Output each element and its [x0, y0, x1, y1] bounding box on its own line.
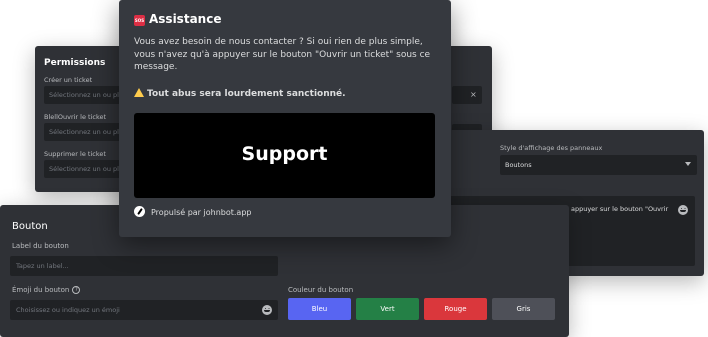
color-green-button[interactable]: Vert	[356, 298, 419, 320]
johnbot-logo-icon	[134, 206, 145, 217]
button-emoji-placeholder: Choisissez ou indiquez un émoji	[16, 306, 120, 314]
embed-title: SOS Assistance	[134, 12, 221, 26]
emoji-icon[interactable]	[262, 305, 272, 315]
embed-image-text: Support	[241, 143, 328, 165]
embed-image: Support	[134, 113, 435, 198]
embed-footer: Propulsé par johnbot.app	[134, 206, 251, 217]
help-icon[interactable]: ?	[72, 286, 81, 294]
delete-ticket-label: Supprimer le ticket	[44, 150, 106, 158]
sos-icon: SOS	[134, 15, 145, 26]
panel-style-value: Boutons	[505, 161, 532, 169]
create-ticket-placeholder: Sélectionnez un ou plu	[49, 91, 124, 99]
color-red-button[interactable]: Rouge	[424, 298, 487, 320]
embed-warning-text: Tout abus sera lourdement sanctionné.	[147, 89, 346, 99]
chevron-down-icon	[685, 162, 691, 166]
embed-warning: Tout abus sera lourdement sanctionné.	[134, 88, 346, 99]
panel-style-select[interactable]: Boutons	[500, 155, 697, 175]
button-emoji-input[interactable]: Choisissez ou indiquez un émoji	[10, 300, 278, 320]
button-color-label: Couleur du bouton	[288, 286, 354, 294]
embed-description: Vous avez besoin de nous contacter ? Si …	[134, 37, 431, 72]
button-emoji-label-text: Émoji du bouton	[12, 286, 70, 294]
warning-icon	[134, 88, 144, 97]
button-label-label: Label du bouton	[12, 242, 69, 250]
color-blue-button[interactable]: Bleu	[288, 298, 351, 320]
button-label-placeholder: Tapez un label...	[16, 262, 69, 270]
embed-title-text: Assistance	[149, 12, 222, 26]
panel-style-label: Style d'affichage des panneaux	[500, 144, 603, 152]
create-ticket-label: Créer un ticket	[44, 76, 93, 84]
clear-icon[interactable]: ×	[470, 90, 477, 100]
button-emoji-label: Émoji du bouton?	[12, 286, 81, 294]
permissions-title: Permissions	[44, 58, 106, 68]
field-right-1[interactable]: ×	[452, 86, 482, 104]
color-grey-button[interactable]: Gris	[492, 298, 555, 320]
assistance-embed: SOS Assistance Vous avez besoin de nous c…	[119, 0, 451, 237]
emoji-icon[interactable]	[678, 205, 688, 215]
close-ticket-label: BlellOuvrir le ticket	[44, 113, 107, 121]
button-panel-title: Bouton	[12, 221, 48, 232]
close-ticket-placeholder: Sélectionnez un ou plu	[49, 128, 124, 136]
embed-footer-text: Propulsé par johnbot.app	[151, 208, 252, 217]
button-label-input[interactable]: Tapez un label...	[10, 256, 278, 276]
delete-ticket-placeholder: Sélectionnez un ou plu	[49, 165, 124, 173]
